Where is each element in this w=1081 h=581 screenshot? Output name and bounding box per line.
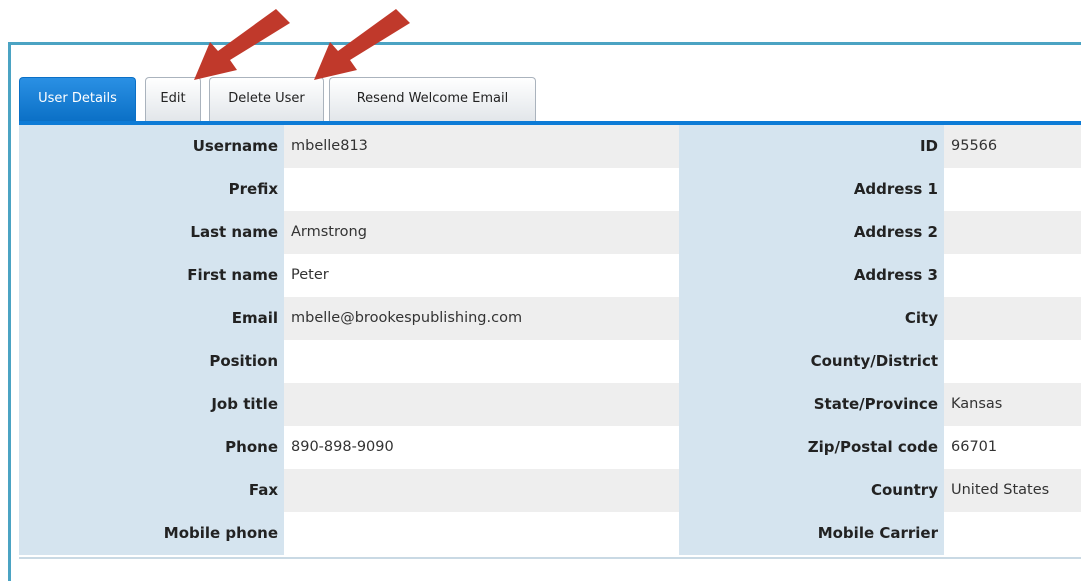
field-value: 890-898-9090 <box>284 426 679 469</box>
field-value <box>944 211 1081 254</box>
field-value: 95566 <box>944 125 1081 168</box>
field-label: Address 3 <box>679 254 944 297</box>
field-label: Job title <box>19 383 284 426</box>
field-value <box>284 512 679 555</box>
field-value: mbelle@brookespublishing.com <box>284 297 679 340</box>
right-field-row: State/Province Kansas <box>679 383 1081 426</box>
left-field-row: Email mbelle@brookespublishing.com <box>19 297 679 340</box>
field-label: Email <box>19 297 284 340</box>
field-value <box>944 512 1081 555</box>
field-value: 66701 <box>944 426 1081 469</box>
field-label: Country <box>679 469 944 512</box>
left-field-row: Prefix <box>19 168 679 211</box>
field-label: Address 1 <box>679 168 944 211</box>
field-label: State/Province <box>679 383 944 426</box>
field-label: First name <box>19 254 284 297</box>
field-value <box>944 254 1081 297</box>
field-value: mbelle813 <box>284 125 679 168</box>
user-details-grid: Username mbelle813 Prefix Last name Armstron… <box>19 125 1081 559</box>
right-field-row: County/District <box>679 340 1081 383</box>
right-field-row: Mobile Carrier <box>679 512 1081 555</box>
arrow-annotation-edit <box>194 9 290 80</box>
field-value <box>284 469 679 512</box>
tab-bar: User Details Edit Delete User Resend Wel… <box>19 77 1081 125</box>
field-label: Username <box>19 125 284 168</box>
left-field-row: Fax <box>19 469 679 512</box>
field-label: City <box>679 297 944 340</box>
field-label: Phone <box>19 426 284 469</box>
left-field-row: Phone 890-898-9090 <box>19 426 679 469</box>
right-field-row: City <box>679 297 1081 340</box>
field-value: Peter <box>284 254 679 297</box>
field-label: Zip/Postal code <box>679 426 944 469</box>
right-column: ID 95566 Address 1 Address 2 Address 3 City Co… <box>679 125 1081 557</box>
field-value <box>284 168 679 211</box>
right-field-row: Country United States <box>679 469 1081 512</box>
left-field-row: Position <box>19 340 679 383</box>
left-field-row: Username mbelle813 <box>19 125 679 168</box>
field-label: Position <box>19 340 284 383</box>
field-value <box>944 340 1081 383</box>
field-value <box>944 168 1081 211</box>
field-label: ID <box>679 125 944 168</box>
field-value: United States <box>944 469 1081 512</box>
field-value: Armstrong <box>284 211 679 254</box>
field-label: County/District <box>679 340 944 383</box>
right-field-row: Address 1 <box>679 168 1081 211</box>
left-field-row: First name Peter <box>19 254 679 297</box>
tab-user-details[interactable]: User Details <box>19 77 136 121</box>
field-value <box>944 297 1081 340</box>
right-field-row: Address 3 <box>679 254 1081 297</box>
field-label: Last name <box>19 211 284 254</box>
right-field-row: Zip/Postal code 66701 <box>679 426 1081 469</box>
field-label: Fax <box>19 469 284 512</box>
left-field-row: Job title <box>19 383 679 426</box>
field-value: Kansas <box>944 383 1081 426</box>
field-label: Mobile phone <box>19 512 284 555</box>
field-label: Prefix <box>19 168 284 211</box>
field-label: Mobile Carrier <box>679 512 944 555</box>
left-field-row: Mobile phone <box>19 512 679 555</box>
right-field-row: Address 2 <box>679 211 1081 254</box>
left-column: Username mbelle813 Prefix Last name Armstron… <box>19 125 679 557</box>
field-value <box>284 340 679 383</box>
field-value <box>284 383 679 426</box>
left-field-row: Last name Armstrong <box>19 211 679 254</box>
field-label: Address 2 <box>679 211 944 254</box>
right-field-row: ID 95566 <box>679 125 1081 168</box>
arrow-annotation-delete-user <box>314 9 410 80</box>
